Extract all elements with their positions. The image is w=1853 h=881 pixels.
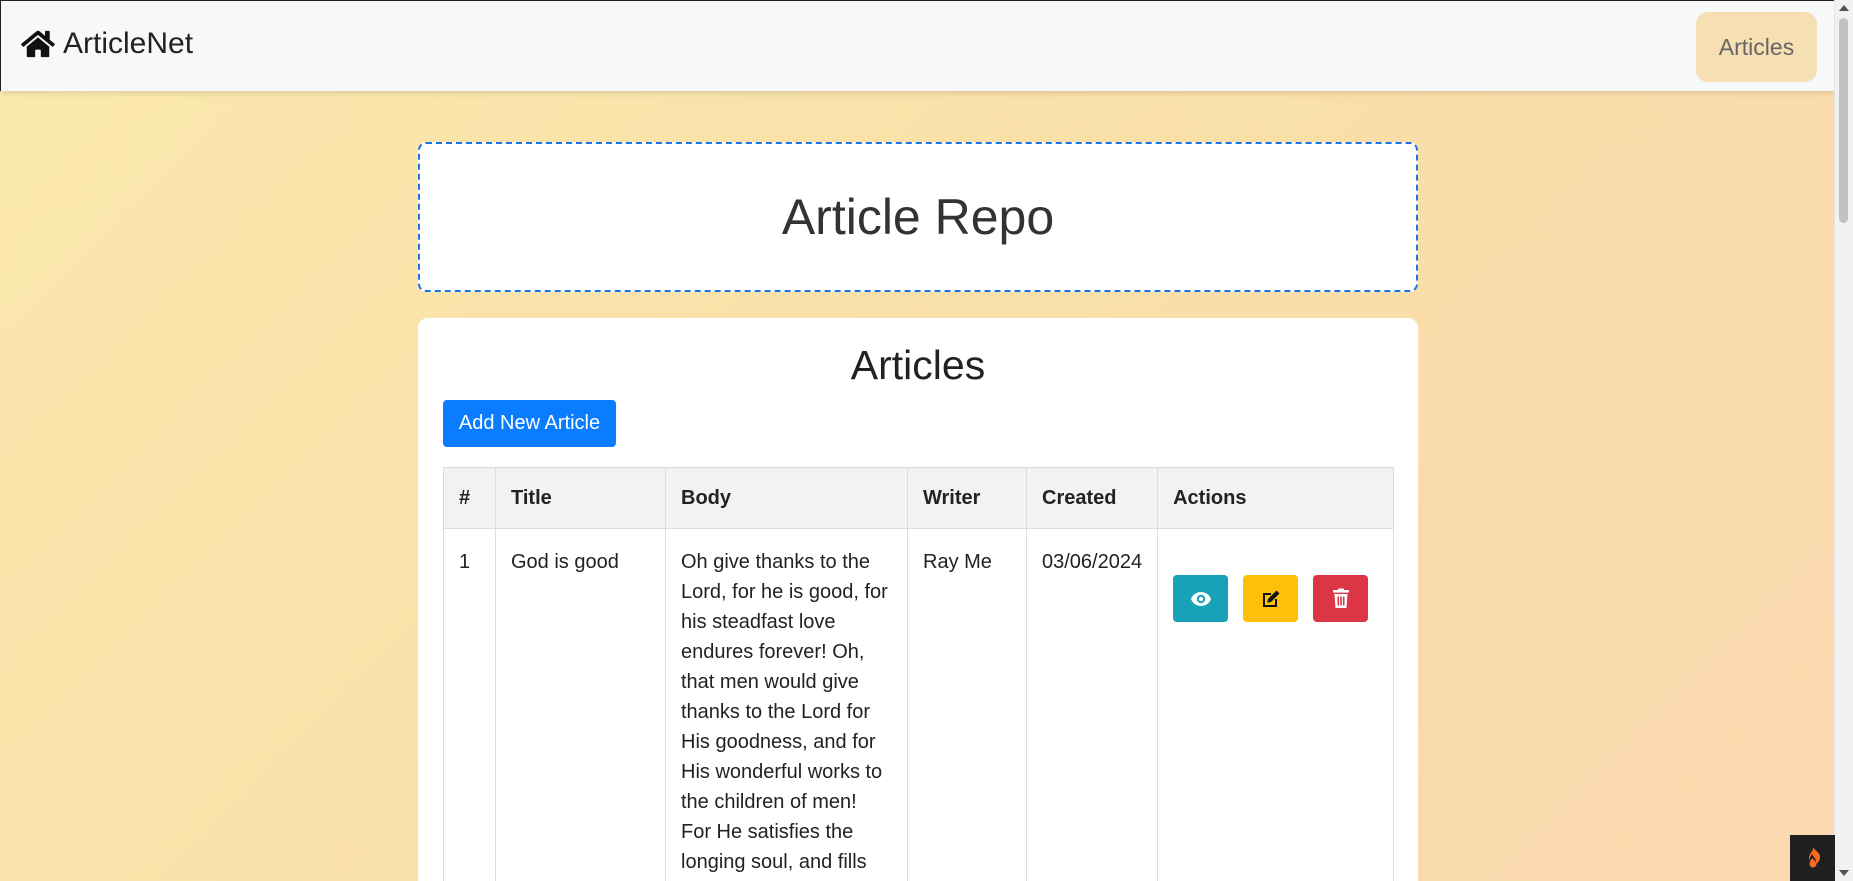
- column-header-actions: Actions: [1157, 467, 1394, 529]
- articles-card: Articles Add New Article # Title Body Wr…: [418, 318, 1418, 881]
- column-header-title: Title: [495, 467, 666, 529]
- trash-icon: [1332, 588, 1349, 608]
- brand-label: ArticleNet: [63, 27, 194, 60]
- scroll-down-arrow-icon[interactable]: [1839, 870, 1849, 876]
- home-icon: [21, 30, 55, 58]
- nav-link-articles[interactable]: Articles: [1696, 12, 1817, 82]
- delete-article-button[interactable]: [1313, 575, 1369, 622]
- column-header-number: #: [443, 467, 496, 529]
- column-header-created: Created: [1025, 467, 1159, 529]
- column-header-writer: Writer: [907, 467, 1027, 529]
- fire-badge[interactable]: [1790, 835, 1835, 881]
- header-card: Article Repo: [418, 142, 1418, 292]
- column-header-body: Body: [665, 467, 908, 529]
- brand-link[interactable]: ArticleNet: [21, 27, 193, 61]
- cell-title: God is good: [495, 528, 666, 881]
- fire-icon: [1808, 847, 1820, 868]
- scroll-thumb[interactable]: [1839, 18, 1848, 223]
- cell-actions: [1157, 528, 1394, 881]
- articles-heading: Articles: [850, 342, 986, 388]
- row-actions: [1173, 547, 1378, 622]
- cell-writer: Ray Me: [907, 528, 1027, 881]
- table-header-row: # Title Body Writer Created Actions: [443, 467, 1394, 529]
- view-article-button[interactable]: [1173, 575, 1229, 622]
- cell-body: Oh give thanks to the Lord, for he is go…: [665, 528, 908, 881]
- edit-icon: [1262, 590, 1280, 607]
- cell-number: 1: [443, 528, 496, 881]
- edit-article-button[interactable]: [1243, 575, 1299, 622]
- add-article-button[interactable]: Add New Article: [443, 400, 616, 447]
- table-row: 1 God is good Oh give thanks to the Lord…: [443, 528, 1394, 881]
- page-title: Article Repo: [781, 189, 1055, 245]
- articles-table: # Title Body Writer Created Actions 1 Go…: [443, 467, 1394, 881]
- page-scrollbar[interactable]: [1834, 0, 1853, 881]
- eye-icon: [1190, 591, 1211, 606]
- scroll-up-arrow-icon[interactable]: [1839, 5, 1849, 11]
- navbar: ArticleNet Articles: [0, 0, 1835, 91]
- cell-created: 03/06/2024: [1025, 528, 1159, 881]
